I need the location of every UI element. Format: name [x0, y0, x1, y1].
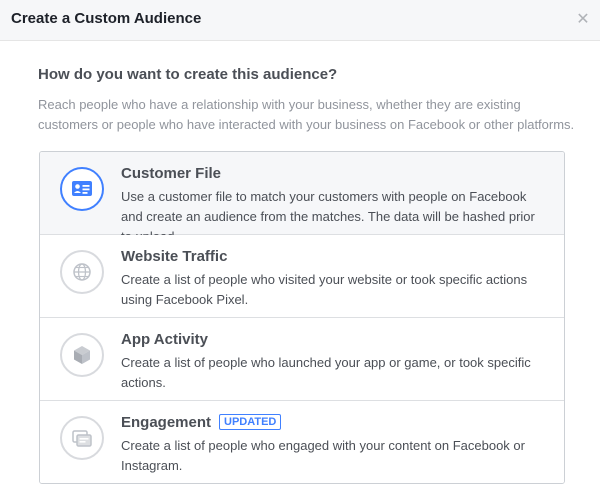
contact-card-icon [60, 167, 104, 211]
option-title: Website Traffic [121, 248, 228, 265]
option-title-text: Engagement [121, 414, 212, 431]
option-description: Create a list of people who visited your… [121, 272, 528, 307]
option-title: Engagement UPDATED [121, 414, 282, 431]
option-title: Customer File [121, 165, 222, 182]
option-website-traffic[interactable]: Website Traffic Create a list of people … [40, 235, 564, 318]
close-icon[interactable]: ✕ [574, 11, 592, 29]
option-app-activity[interactable]: App Activity Create a list of people who… [40, 318, 564, 401]
option-customer-file[interactable]: Customer File Use a customer file to mat… [40, 152, 564, 244]
cube-icon [60, 333, 104, 377]
option-description: Create a list of people who engaged with… [121, 438, 525, 473]
option-engagement[interactable]: Engagement UPDATED Create a list of peopl… [40, 401, 564, 483]
audience-options-list: Customer File Use a customer file to mat… [39, 151, 565, 484]
stacked-cards-icon [60, 416, 104, 460]
dialog-title: Create a Custom Audience [11, 10, 202, 27]
question-heading: How do you want to create this audience? [38, 66, 338, 83]
option-title: App Activity [121, 331, 208, 348]
intro-text: Reach people who have a relationship wit… [38, 97, 575, 132]
updated-badge: UPDATED [219, 414, 282, 430]
custom-audience-dialog: Create a Custom Audience ✕ How do you wa… [0, 0, 600, 499]
option-description: Create a list of people who launched you… [121, 355, 531, 390]
globe-icon [60, 250, 104, 294]
dialog-header: Create a Custom Audience ✕ [0, 0, 600, 41]
